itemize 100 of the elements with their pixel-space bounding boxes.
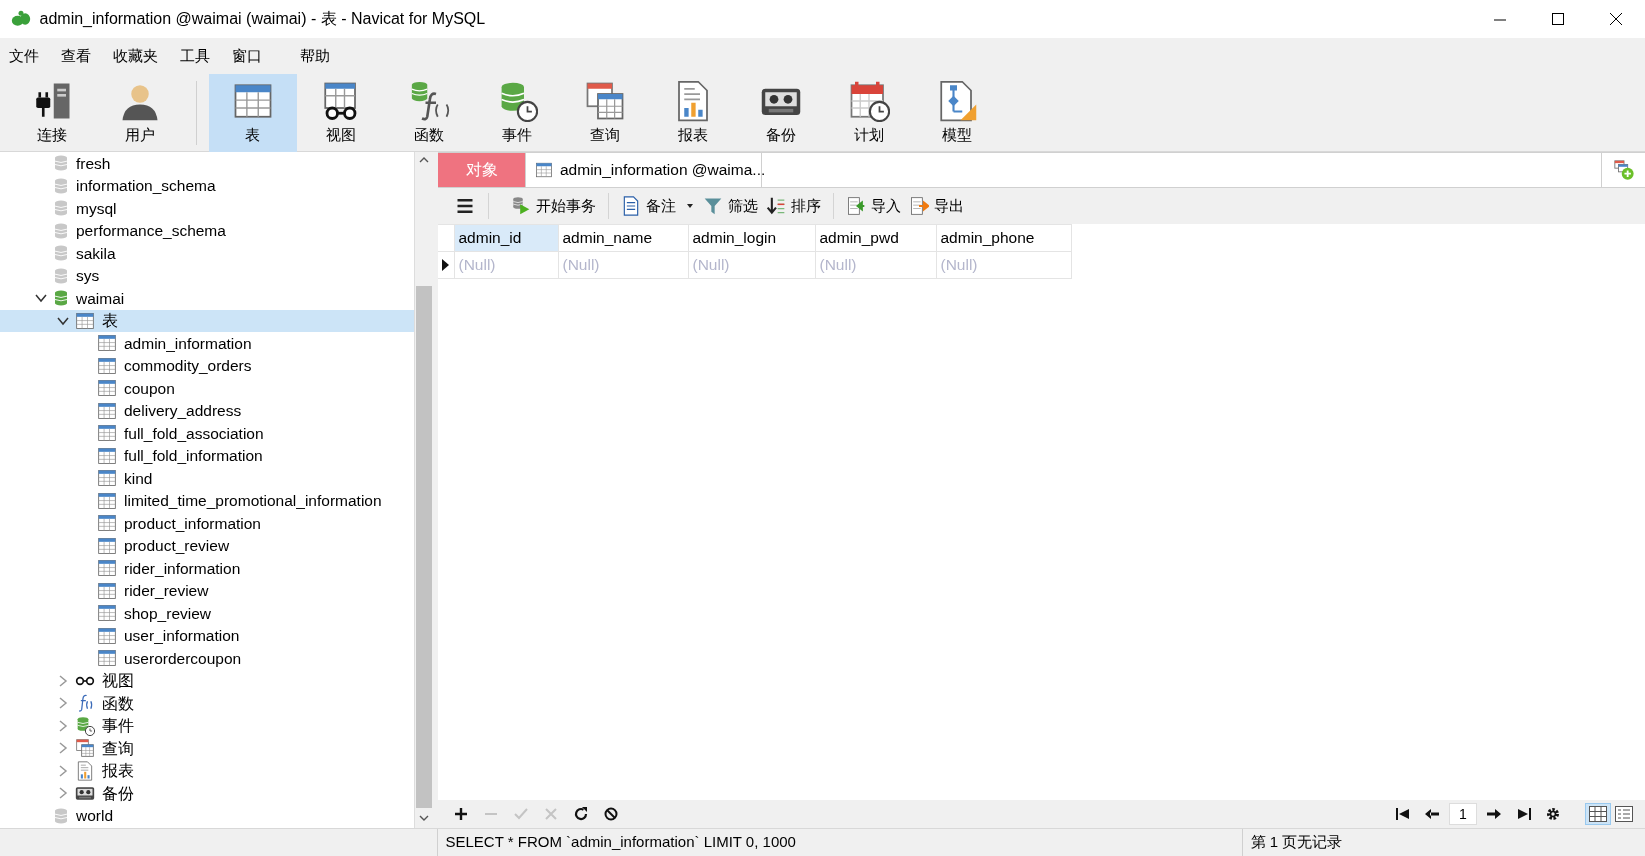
tree-item[interactable]: 表 <box>0 309 414 332</box>
table-icon <box>96 378 118 399</box>
grid-view-button[interactable] <box>1585 803 1611 825</box>
column-header[interactable]: admin_id <box>454 224 558 252</box>
export-icon <box>909 196 929 216</box>
tree-item[interactable]: full_fold_information <box>0 444 414 467</box>
tree-item[interactable]: information_schema <box>0 174 414 197</box>
tree-item[interactable]: commodity_orders <box>0 354 414 377</box>
table-icon <box>74 310 96 331</box>
toolbar-button[interactable]: 用户 <box>95 74 184 152</box>
tree-item[interactable]: sys <box>0 264 414 287</box>
import-icon <box>846 196 866 216</box>
tree-item[interactable]: rider_review <box>0 579 414 602</box>
tree-item[interactable]: world <box>0 804 414 827</box>
toolbar-button[interactable]: 筛选 <box>699 194 762 218</box>
stop-icon[interactable] <box>603 806 619 822</box>
toolbar-button[interactable]: 报表 <box>648 74 737 152</box>
close-icon[interactable] <box>1607 10 1625 28</box>
plus-icon[interactable] <box>453 806 469 822</box>
refresh-icon[interactable] <box>573 806 589 822</box>
column-header[interactable]: admin_phone <box>936 224 1071 252</box>
menu-item[interactable]: 帮助 <box>275 44 343 68</box>
tree-item[interactable]: kind <box>0 467 414 490</box>
toolbar-button[interactable]: 表 <box>208 74 297 152</box>
tree-item[interactable]: rider_information <box>0 557 414 580</box>
tree-item[interactable]: 备份 <box>0 782 414 805</box>
toolbar-button[interactable]: 查询 <box>560 74 649 152</box>
tree-item[interactable]: user_information <box>0 624 414 647</box>
tables-icon <box>74 738 96 759</box>
scrollbar-thumb[interactable] <box>416 286 432 808</box>
leaf-icon <box>10 9 32 29</box>
tree-item[interactable]: 视图 <box>0 669 414 692</box>
settings-icon[interactable] <box>1545 806 1562 822</box>
table-icon <box>96 535 118 556</box>
window-title: admin_information @waimai (waimai) - 表 - Navicat for MySQL <box>39 9 486 29</box>
column-header[interactable]: admin_pwd <box>815 224 936 252</box>
table-icon <box>96 333 118 354</box>
tree-item[interactable]: userordercoupon <box>0 647 414 670</box>
tree-item[interactable]: 报表 <box>0 759 414 782</box>
table-icon <box>96 355 118 376</box>
tree-item[interactable]: sakila <box>0 242 414 265</box>
table-icon <box>96 513 118 534</box>
toolbar-button[interactable]: 备份 <box>736 74 825 152</box>
tree-item[interactable]: limited_time_promotional_information <box>0 489 414 512</box>
tree-item[interactable]: waimai <box>0 287 414 310</box>
tree-item[interactable]: 查询 <box>0 737 414 760</box>
tree-item[interactable]: delivery_address <box>0 399 414 422</box>
table-icon <box>96 468 118 489</box>
toolbar-button[interactable]: 排序 <box>762 194 825 218</box>
column-header[interactable]: admin_name <box>558 224 688 252</box>
tree-item[interactable]: performance_schema <box>0 219 414 242</box>
menu-item[interactable]: 工具 <box>171 44 223 68</box>
toolbar-button[interactable]: 开始事务 <box>507 194 600 218</box>
previous-page-icon[interactable] <box>1424 806 1441 822</box>
toolbar-button[interactable]: 计划 <box>824 74 913 152</box>
table-icon <box>96 423 118 444</box>
table-icon <box>96 445 118 466</box>
tree-item[interactable]: coupon <box>0 377 414 400</box>
toolbar-button[interactable]: 模型 <box>912 74 1001 152</box>
menu-icon[interactable] <box>455 196 475 216</box>
table-icon <box>534 161 554 179</box>
tree-item[interactable]: 函数 <box>0 692 414 715</box>
maximize-icon[interactable] <box>1549 10 1567 28</box>
toolbar-button[interactable]: 视图 <box>296 74 385 152</box>
tree-item[interactable]: product_review <box>0 534 414 557</box>
tree-item[interactable]: fresh <box>0 152 414 175</box>
menu-item[interactable]: 查看 <box>52 44 104 68</box>
column-header[interactable]: admin_login <box>688 224 815 252</box>
tree-item[interactable]: full_fold_association <box>0 422 414 445</box>
tree-item[interactable]: product_information <box>0 512 414 535</box>
tree-item[interactable]: mysql <box>0 197 414 220</box>
toolbar-button[interactable]: 连接 <box>7 74 96 152</box>
tree-item[interactable]: admin_information <box>0 332 414 355</box>
tree-item[interactable]: shop_review <box>0 602 414 625</box>
page-status: 第 1 页无记录 <box>1249 832 1343 853</box>
table-icon <box>96 558 118 579</box>
toolbar-button[interactable]: 导出 <box>905 194 968 218</box>
table-icon <box>96 625 118 646</box>
first-page-icon[interactable] <box>1394 806 1411 822</box>
filter-icon <box>703 196 723 216</box>
database-play-icon <box>511 196 531 216</box>
toolbar-button[interactable]: 事件 <box>472 74 561 152</box>
sql-statement: SELECT * FROM `admin_information` LIMIT 0, 1000 <box>438 829 1243 856</box>
page-field[interactable]: 1 <box>1449 803 1477 825</box>
toolbar-button[interactable]: 导入 <box>842 194 905 218</box>
toolbar-button[interactable]: 函数 <box>384 74 473 152</box>
menu-item[interactable]: 窗口 <box>223 44 275 68</box>
last-page-icon[interactable] <box>1515 806 1532 822</box>
add-tab-icon[interactable] <box>1612 159 1635 181</box>
table-icon <box>96 648 118 669</box>
menu-item[interactable]: 文件 <box>0 44 52 68</box>
table-icon <box>96 603 118 624</box>
table-icon <box>96 490 118 511</box>
document-icon <box>621 196 641 216</box>
toolbar-button[interactable]: 备注 <box>617 194 699 218</box>
menu-item[interactable]: 收藏夹 <box>104 44 171 68</box>
tree-item[interactable]: 事件 <box>0 714 414 737</box>
next-page-icon[interactable] <box>1485 806 1502 822</box>
sort-icon <box>766 196 786 216</box>
table-icon <box>96 400 118 421</box>
